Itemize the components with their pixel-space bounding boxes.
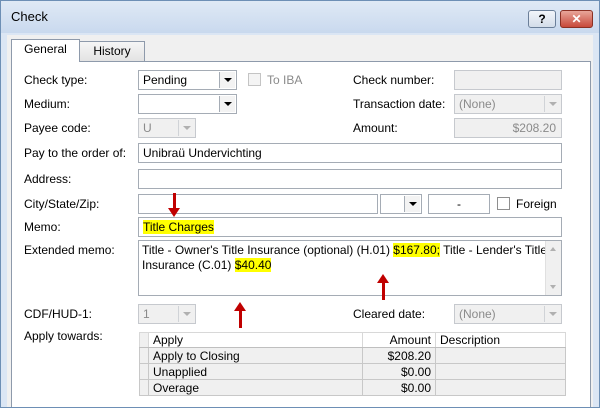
tab-general[interactable]: General: [11, 39, 80, 62]
arrow-shaft: [239, 310, 242, 328]
check-type-value: Pending: [143, 73, 188, 87]
address-field[interactable]: [138, 169, 562, 189]
dialog-client: General History Check type: Pending To I…: [7, 35, 593, 407]
amount-cell: $0.00: [362, 379, 436, 396]
city-state-zip-label: City/State/Zip:: [24, 197, 100, 211]
extended-memo-field[interactable]: Title - Owner's Title Insurance (optiona…: [138, 240, 562, 296]
check-number-label: Check number:: [353, 73, 435, 87]
amount-column-header: Amount: [362, 332, 436, 348]
check-type-dropdown[interactable]: Pending: [138, 70, 237, 90]
zip-field[interactable]: -: [428, 194, 490, 214]
row-selector-header: [139, 332, 149, 348]
transaction-date-value: (None): [459, 97, 496, 111]
foreign-checkbox[interactable]: [497, 197, 510, 210]
table-row[interactable]: Apply to Closing $208.20: [139, 347, 566, 364]
extended-memo-amount-1: $167.80;: [393, 243, 440, 257]
cleared-date-value: (None): [459, 307, 496, 321]
payee-code-label: Payee code:: [24, 121, 91, 135]
arrow-shaft: [382, 282, 385, 300]
memo-value: Title Charges: [143, 220, 214, 234]
chevron-down-icon[interactable]: [178, 120, 194, 136]
arrow-down-icon: [168, 208, 180, 217]
extended-memo-scrollbar[interactable]: [545, 241, 561, 295]
to-iba-checkbox[interactable]: [248, 73, 261, 86]
check-number-field[interactable]: [454, 70, 562, 90]
description-cell[interactable]: [435, 347, 566, 364]
extended-memo-label: Extended memo:: [24, 243, 115, 257]
extended-memo-amount-2: $40.40: [234, 258, 272, 272]
close-button[interactable]: ✕: [560, 10, 593, 28]
check-type-label: Check type:: [24, 73, 88, 87]
to-iba-label: To IBA: [267, 73, 303, 87]
amount-cell: $208.20: [362, 347, 436, 364]
chevron-down-icon[interactable]: [219, 96, 235, 112]
state-dropdown[interactable]: [380, 194, 422, 214]
description-cell[interactable]: [435, 363, 566, 380]
check-dialog: Check ? ✕ General History Check type: Pe…: [0, 0, 600, 408]
chevron-down-icon[interactable]: [544, 306, 560, 322]
cleared-date-label: Cleared date:: [353, 307, 426, 321]
address-label: Address:: [24, 172, 72, 186]
pay-to-field[interactable]: Unibraü Undervichting: [138, 143, 562, 163]
chevron-down-icon[interactable]: [178, 306, 194, 322]
amount-label: Amount:: [353, 121, 398, 135]
tab-history[interactable]: History: [79, 41, 145, 61]
foreign-label: Foreign: [516, 197, 557, 211]
medium-dropdown[interactable]: [138, 94, 237, 114]
row-selector[interactable]: [139, 347, 149, 364]
memo-field[interactable]: Title Charges: [138, 217, 562, 237]
amount-field[interactable]: $208.20: [454, 118, 562, 138]
apply-cell: Unapplied: [148, 363, 363, 380]
extended-memo-part1: Title - Owner's Title Insurance (optiona…: [142, 243, 394, 257]
table-row[interactable]: Unapplied $0.00: [139, 363, 566, 380]
help-button[interactable]: ?: [528, 10, 556, 28]
pay-to-label: Pay to the order of:: [24, 146, 127, 160]
amount-cell: $0.00: [362, 363, 436, 380]
cleared-date-dropdown[interactable]: (None): [454, 304, 562, 324]
row-selector[interactable]: [139, 379, 149, 396]
row-selector[interactable]: [139, 363, 149, 380]
cdf-hud-value: 1: [143, 307, 150, 321]
description-cell[interactable]: [435, 379, 566, 396]
table-header-row: Apply Amount Description: [139, 332, 566, 348]
table-row[interactable]: Overage $0.00: [139, 379, 566, 396]
cdf-hud-label: CDF/HUD-1:: [24, 307, 92, 321]
memo-label: Memo:: [24, 220, 61, 234]
description-column-header: Description: [435, 332, 566, 348]
payee-code-value: U: [143, 121, 152, 135]
scroll-up-icon[interactable]: [550, 247, 556, 251]
medium-label: Medium:: [24, 97, 71, 111]
extended-memo-text: Title - Owner's Title Insurance (optiona…: [142, 243, 547, 273]
apply-towards-label: Apply towards:: [24, 329, 103, 343]
cdf-hud-dropdown[interactable]: 1: [138, 304, 196, 324]
arrow-shaft: [173, 193, 176, 209]
apply-towards-table: Apply Amount Description Apply to Closin…: [139, 332, 566, 396]
scroll-down-icon[interactable]: [550, 285, 556, 289]
apply-cell: Apply to Closing: [148, 347, 363, 364]
title-bar: Check ? ✕: [1, 1, 599, 33]
apply-cell: Overage: [148, 379, 363, 396]
transaction-date-dropdown[interactable]: (None): [454, 94, 562, 114]
chevron-down-icon[interactable]: [544, 96, 560, 112]
chevron-down-icon[interactable]: [219, 72, 235, 88]
transaction-date-label: Transaction date:: [353, 97, 446, 111]
chevron-down-icon[interactable]: [404, 196, 420, 212]
payee-code-dropdown[interactable]: U: [138, 118, 196, 138]
apply-column-header: Apply: [148, 332, 363, 348]
window-title: Check: [11, 9, 48, 24]
